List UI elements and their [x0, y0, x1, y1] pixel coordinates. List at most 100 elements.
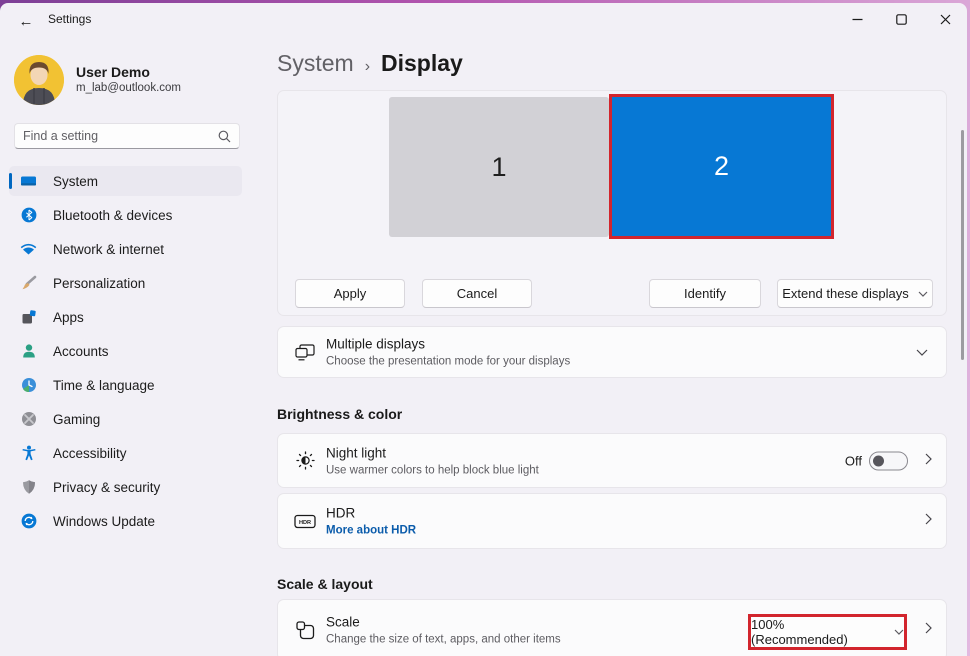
search-icon	[218, 130, 231, 143]
sidebar-item-label: Gaming	[53, 412, 100, 427]
sidebar-nav: System Bluetooth & devices Network & int…	[9, 166, 242, 540]
multiple-displays-icon	[294, 327, 316, 377]
chevron-right-icon	[925, 513, 932, 525]
cancel-button[interactable]: Cancel	[422, 279, 532, 308]
breadcrumb-parent[interactable]: System	[277, 50, 354, 77]
night-light-state-label: Off	[845, 453, 862, 468]
page-title: Display	[381, 50, 463, 77]
monitor-2-number: 2	[714, 151, 729, 182]
sidebar-item-accessibility[interactable]: Accessibility	[9, 438, 242, 468]
sidebar-item-personalization[interactable]: Personalization	[9, 268, 242, 298]
monitor-1[interactable]: 1	[389, 97, 609, 237]
profile-email: m_lab@outlook.com	[76, 82, 181, 94]
search-input[interactable]	[23, 129, 218, 143]
personalization-icon	[20, 275, 37, 292]
extend-displays-label: Extend these displays	[782, 286, 908, 301]
scrollbar[interactable]	[961, 130, 964, 360]
hdr-more-link[interactable]: More about HDR	[326, 525, 416, 537]
section-header-brightness: Brightness & color	[277, 406, 402, 422]
hdr-icon: HDR	[294, 494, 316, 548]
apply-button[interactable]: Apply	[295, 279, 405, 308]
scale-dropdown-value: 100% (Recommended)	[751, 617, 884, 647]
sidebar-item-bluetooth-devices[interactable]: Bluetooth & devices	[9, 200, 242, 230]
hdr-expand-button[interactable]	[925, 512, 932, 530]
expand-button[interactable]	[916, 343, 928, 361]
sidebar-item-label: Accessibility	[53, 446, 127, 461]
sidebar-item-privacy-security[interactable]: Privacy & security	[9, 472, 242, 502]
chevron-down-icon	[916, 349, 928, 356]
night-light-subtitle: Use warmer colors to help block blue lig…	[326, 464, 539, 476]
scale-icon	[294, 600, 316, 656]
avatar-image	[14, 55, 64, 105]
sidebar-item-time-language[interactable]: Time & language	[9, 370, 242, 400]
system-icon	[20, 173, 37, 190]
multiple-displays-row[interactable]: Multiple displays Choose the presentatio…	[277, 326, 947, 378]
sidebar-item-label: Personalization	[53, 276, 145, 291]
svg-text:HDR: HDR	[299, 520, 311, 526]
time-language-icon	[20, 377, 37, 394]
settings-window: ← Settings User Demo m_la	[0, 3, 967, 656]
accounts-icon	[20, 343, 37, 360]
night-light-title: Night light	[326, 445, 539, 460]
night-light-toggle[interactable]	[869, 451, 908, 470]
multiple-displays-title: Multiple displays	[326, 337, 570, 352]
scale-text: Scale Change the size of text, apps, and…	[326, 615, 561, 646]
monitor-1-number: 1	[491, 152, 506, 183]
monitor-2[interactable]: 2	[612, 97, 831, 236]
breadcrumb-separator-icon: ›	[365, 58, 370, 76]
avatar[interactable]	[14, 55, 64, 105]
hdr-text: HDR More about HDR	[326, 506, 416, 537]
privacy-security-icon	[20, 479, 37, 496]
chevron-down-icon	[918, 291, 928, 297]
section-header-scale-layout: Scale & layout	[277, 576, 373, 592]
identify-button-label: Identify	[684, 286, 726, 301]
main-content: System › Display 1 2 Apply Cancel Identi…	[260, 3, 967, 656]
scale-title: Scale	[326, 615, 561, 630]
scale-subtitle: Change the size of text, apps, and other…	[326, 634, 561, 646]
night-light-expand-button[interactable]	[925, 452, 932, 470]
scale-row[interactable]: Scale Change the size of text, apps, and…	[277, 599, 947, 656]
window-title: Settings	[48, 12, 91, 26]
cancel-button-label: Cancel	[457, 286, 497, 301]
breadcrumb: System › Display	[277, 50, 463, 77]
apps-icon	[20, 309, 37, 326]
profile-name: User Demo	[76, 64, 150, 80]
hdr-row[interactable]: HDR HDR More about HDR	[277, 493, 947, 549]
sidebar-item-accounts[interactable]: Accounts	[9, 336, 242, 366]
display-arrangement-panel: 1 2 Apply Cancel Identify Extend these d…	[277, 90, 947, 316]
selected-accent-pill	[9, 173, 12, 189]
sidebar-item-apps[interactable]: Apps	[9, 302, 242, 332]
monitor-2-annotation-highlight: 2	[609, 94, 834, 239]
multiple-displays-text: Multiple displays Choose the presentatio…	[326, 337, 570, 368]
identify-button[interactable]: Identify	[649, 279, 761, 308]
toggle-knob	[873, 455, 884, 466]
hdr-title: HDR	[326, 506, 416, 521]
chevron-right-icon	[925, 622, 932, 634]
extend-displays-dropdown[interactable]: Extend these displays	[777, 279, 933, 308]
sidebar-item-label: Bluetooth & devices	[53, 208, 172, 223]
chevron-down-icon	[894, 629, 904, 635]
sidebar-item-label: Privacy & security	[53, 480, 160, 495]
sidebar: User Demo m_lab@outlook.com System	[0, 37, 260, 656]
sidebar-item-label: Windows Update	[53, 514, 155, 529]
gaming-icon	[20, 411, 37, 428]
sidebar-item-network-internet[interactable]: Network & internet	[9, 234, 242, 264]
network-icon	[20, 241, 37, 258]
sidebar-item-system[interactable]: System	[9, 166, 242, 196]
sidebar-item-label: System	[53, 174, 98, 189]
back-button[interactable]: ←	[12, 10, 40, 32]
sidebar-item-gaming[interactable]: Gaming	[9, 404, 242, 434]
night-light-icon	[294, 434, 316, 487]
scale-expand-button[interactable]	[925, 621, 932, 639]
multiple-displays-subtitle: Choose the presentation mode for your di…	[326, 356, 570, 368]
sidebar-item-label: Network & internet	[53, 242, 164, 257]
night-light-row[interactable]: Night light Use warmer colors to help bl…	[277, 433, 947, 488]
search-box[interactable]	[14, 123, 240, 149]
sidebar-item-label: Apps	[53, 310, 84, 325]
sidebar-item-label: Time & language	[53, 378, 155, 393]
scale-dropdown[interactable]: 100% (Recommended)	[748, 614, 907, 650]
bluetooth-icon	[20, 207, 37, 224]
night-light-text: Night light Use warmer colors to help bl…	[326, 445, 539, 476]
sidebar-item-label: Accounts	[53, 344, 109, 359]
sidebar-item-windows-update[interactable]: Windows Update	[9, 506, 242, 536]
